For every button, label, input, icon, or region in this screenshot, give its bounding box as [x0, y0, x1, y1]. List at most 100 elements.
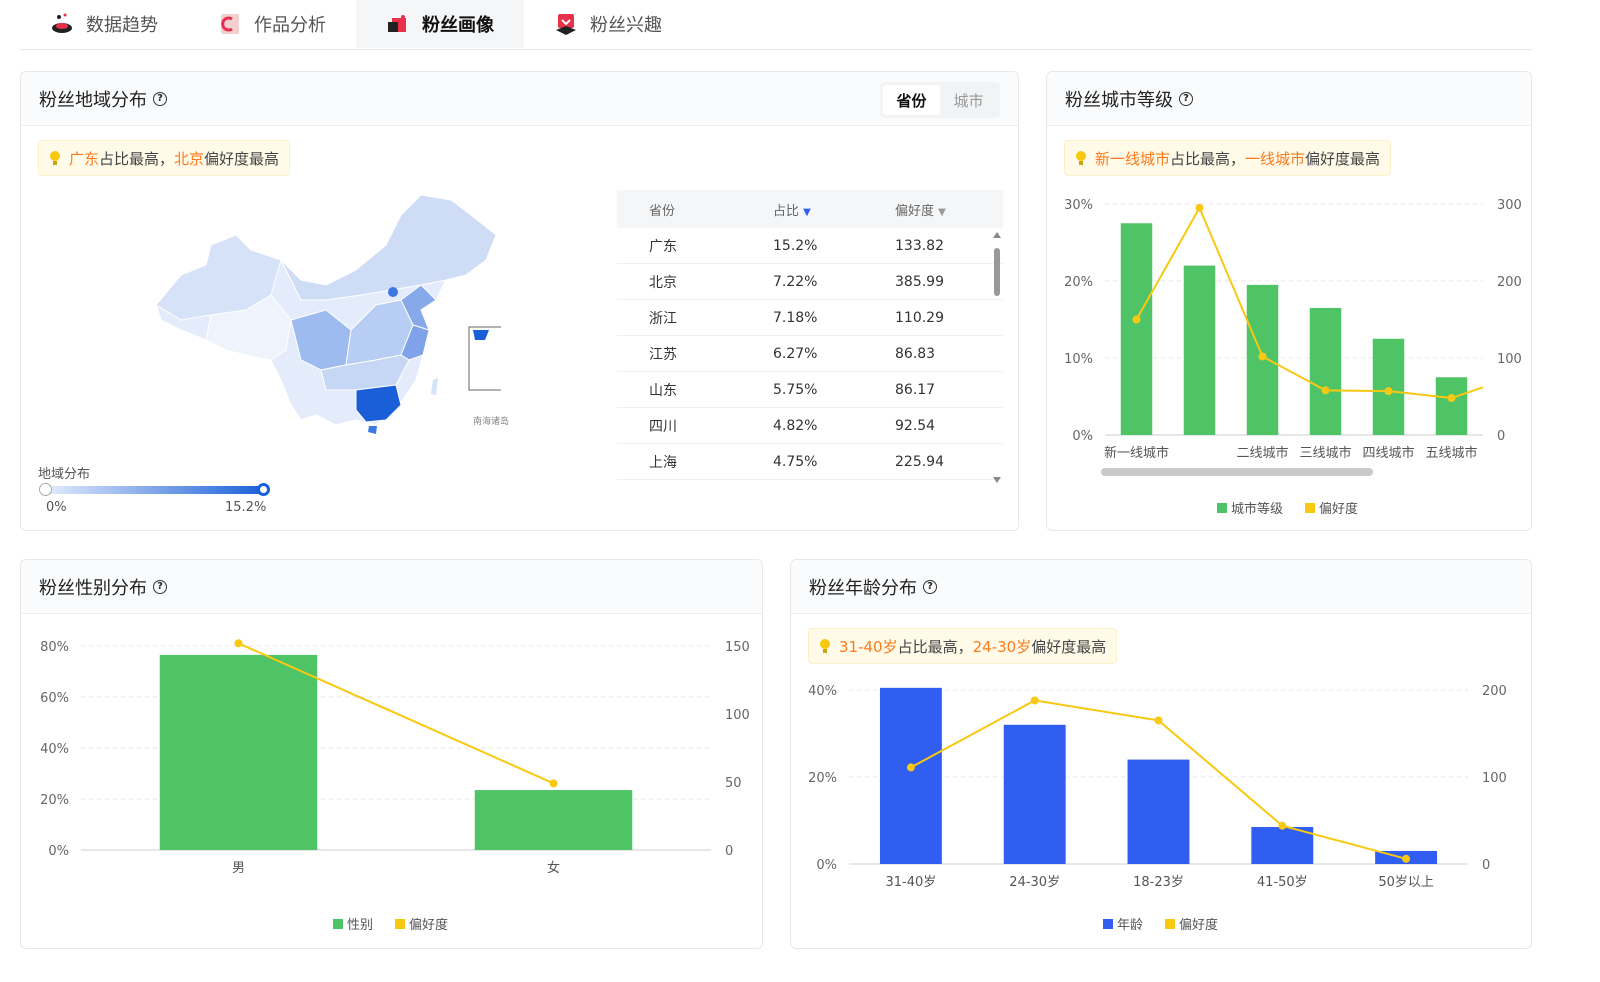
bar [1127, 759, 1190, 864]
toggle-city[interactable]: 城市 [940, 85, 997, 115]
map-legend-label: 地域分布 [38, 467, 91, 482]
table-row[interactable]: 上海 4.75% 225.94 [617, 444, 1003, 480]
cell-share: 4.82% [773, 417, 818, 434]
x-tick-label: 四线城市 [1362, 445, 1414, 461]
map-region-hainan[interactable] [368, 426, 377, 434]
x-tick-label: 男 [232, 861, 245, 876]
legend-max-handle[interactable] [257, 483, 270, 496]
y2-tick-label: 100 [1482, 771, 1507, 786]
age-card: 粉丝年龄分布 ? 31-40岁 占比最高， 24-30岁 偏好度最高 0% 20% 40%… [790, 559, 1532, 949]
card-header: 粉丝城市等级 ? [1047, 72, 1531, 126]
legend-label: 城市等级 [1231, 502, 1284, 517]
y2-tick-label: 200 [1497, 275, 1522, 290]
bar [1309, 307, 1342, 435]
legend-item[interactable]: 偏好度 [1305, 498, 1358, 517]
y-tick-label: 40% [40, 742, 69, 757]
gender-card: 粉丝性别分布 ? 0% 20% 40% 60% 80% 0 50 100 150 男 女 性别 偏好… [20, 559, 763, 949]
map-region-taiwan[interactable] [431, 378, 438, 395]
age-legend: 年龄 偏好度 [1103, 914, 1218, 933]
cell-preference: 92.54 [895, 417, 936, 434]
map-region-beijing[interactable] [388, 287, 398, 297]
cell-province: 山东 [649, 382, 677, 399]
cell-share: 6.27% [773, 345, 818, 362]
cell-preference: 225.94 [895, 453, 944, 470]
bar [1251, 827, 1314, 864]
gender-chart[interactable]: 0% 20% 40% 60% 80% 0 50 100 150 男 女 [21, 632, 764, 902]
legend-item[interactable]: 年龄 [1103, 914, 1143, 933]
portrait-icon [388, 15, 406, 32]
table-row[interactable]: 北京 7.22% 385.99 [617, 264, 1003, 300]
help-icon[interactable]: ? [923, 579, 937, 594]
line-point [1402, 854, 1411, 863]
legend-label: 偏好度 [409, 918, 449, 933]
table-row[interactable]: 四川 4.82% 92.54 [617, 408, 1003, 444]
table-scrollbar[interactable] [990, 230, 1004, 486]
toggle-province[interactable]: 省份 [883, 85, 940, 115]
legend-item[interactable]: 性别 [333, 914, 373, 933]
y2-tick-label: 150 [725, 640, 750, 655]
tab-label: 数据趋势 [86, 15, 158, 36]
tab-works-analysis[interactable]: 作品分析 [188, 0, 356, 48]
col-share-header[interactable]: 占比 ▼ [773, 200, 895, 219]
y-tick-label: 0% [816, 858, 837, 873]
china-map[interactable] [151, 190, 501, 450]
legend-item[interactable]: 偏好度 [1165, 914, 1218, 933]
sort-icon[interactable]: ▼ [938, 207, 946, 218]
table-row[interactable]: 山东 5.75% 86.17 [617, 372, 1003, 408]
city-level-chart[interactable]: 0% 10% 20% 30% 0 100 200 300 新一线城市 二线城市 三线城市 四线城市 五线… [1047, 192, 1533, 482]
x-tick-label: 三线城市 [1299, 445, 1351, 461]
scroll-up-icon[interactable] [993, 232, 1001, 238]
line-point [1278, 821, 1287, 830]
map-region-guangdong[interactable] [355, 384, 402, 423]
legend-min-handle[interactable] [39, 483, 52, 496]
y-tick-label: 30% [1064, 198, 1093, 213]
legend-swatch [333, 918, 343, 929]
legend-swatch [1165, 918, 1176, 929]
cell-province: 上海 [649, 454, 677, 471]
x-tick-label: 女 [547, 860, 560, 876]
x-tick-label: 24-30岁 [1009, 875, 1060, 890]
region-card: 粉丝地域分布 ? 省份 城市 广东 占比最高， 北京 偏好度最高 南海诸岛 地域分布 … [20, 71, 1019, 531]
line-point [549, 779, 558, 788]
table-row[interactable]: 广东 15.2% 133.82 [617, 228, 1003, 264]
tip-text: 偏好度最高 [1031, 637, 1107, 656]
cell-province: 四川 [649, 418, 677, 435]
age-chart[interactable]: 0% 20% 40% 0 100 200 31-40岁 24-30岁 18-23岁 41-50岁 5… [791, 676, 1533, 902]
line-point [1132, 315, 1141, 324]
tip-highlight: 31-40岁 [839, 637, 898, 656]
col-share-label: 占比 [773, 203, 800, 219]
region-toggle: 省份 城市 [880, 82, 1000, 118]
tab-bar: 数据趋势 作品分析 粉丝画像 粉丝兴趣 [20, 0, 1532, 50]
help-icon[interactable]: ? [1179, 91, 1193, 106]
city-tip: 新一线城市 占比最高， 一线城市 偏好度最高 [1064, 140, 1392, 176]
tip-highlight: 24-30岁 [972, 637, 1032, 656]
col-preference-header[interactable]: 偏好度 ▼ [895, 200, 1003, 219]
line-point [1321, 386, 1330, 395]
province-table: 省份 占比 ▼ 偏好度 ▼ 广东 15.2% 133.82 北京 7.22% 385.99… [617, 190, 1003, 480]
cell-province: 广东 [649, 238, 677, 255]
tab-data-trend[interactable]: 数据趋势 [20, 0, 188, 48]
y2-tick-label: 0 [1482, 858, 1490, 873]
table-row[interactable]: 江苏 6.27% 86.83 [617, 336, 1003, 372]
scroll-thumb[interactable] [994, 248, 1000, 296]
help-icon[interactable]: ? [153, 91, 167, 106]
help-icon[interactable]: ? [153, 579, 167, 594]
line-point [1195, 203, 1204, 212]
scroll-down-icon[interactable] [993, 477, 1001, 483]
trend-icon [52, 13, 72, 33]
tip-text: 占比最高， [99, 149, 175, 168]
x-tick-label: 五线城市 [1425, 445, 1477, 461]
x-tick-label: 18-23岁 [1133, 875, 1184, 890]
city-legend: 城市等级 偏好度 [1217, 498, 1358, 517]
table-row[interactable]: 浙江 7.18% 110.29 [617, 300, 1003, 336]
tab-fan-interest[interactable]: 粉丝兴趣 [524, 0, 692, 48]
map-region-north[interactable] [280, 194, 497, 301]
map-legend-gradient [45, 486, 265, 494]
chart-scrollbar[interactable] [1101, 468, 1373, 476]
legend-item[interactable]: 城市等级 [1217, 498, 1283, 517]
legend-item[interactable]: 偏好度 [395, 914, 448, 933]
tab-fan-portrait[interactable]: 粉丝画像 [356, 0, 524, 48]
works-icon [221, 14, 239, 34]
card-header: 粉丝性别分布 ? [21, 560, 762, 614]
sort-desc-icon[interactable]: ▼ [803, 207, 811, 218]
